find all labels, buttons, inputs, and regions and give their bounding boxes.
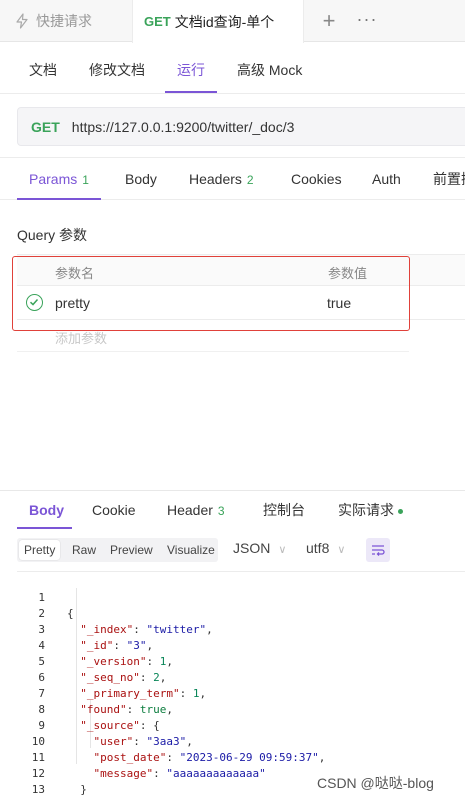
tab-cookies[interactable]: Cookies [291, 158, 342, 200]
tab-quick-request[interactable]: 快捷请求 [0, 0, 130, 42]
status-dot-icon [398, 508, 403, 514]
encoding-value: utf8 [306, 540, 330, 556]
resp-tab-actual-request[interactable]: 实际请求 [338, 491, 403, 529]
tab-body[interactable]: Body [125, 158, 157, 200]
content-type-value: JSON [233, 540, 271, 556]
subnav-active-indicator [165, 91, 217, 93]
chevron-down-icon: ∨ [278, 544, 287, 556]
chevron-down-icon: ∨ [337, 544, 346, 556]
resp-tab-header[interactable]: Header 3 [167, 491, 225, 529]
tab-params[interactable]: Params 1 [29, 158, 89, 200]
more-icon[interactable]: ··· [356, 6, 378, 32]
highlight-box [12, 256, 410, 331]
params-count-badge: 1 [82, 173, 89, 187]
url-bar[interactable]: GET https://127.0.0.1:9200/twitter/_doc/… [17, 107, 465, 146]
lightning-icon [16, 13, 28, 29]
format-raw[interactable]: Raw [67, 540, 101, 560]
tab-quick-request-label: 快捷请求 [36, 13, 92, 29]
query-params-title: Query 参数 [17, 227, 88, 243]
code-line: 10 "post_date": "2023-06-29 09:59:37", [17, 718, 465, 764]
code-line: 3 "_id": "3", [17, 606, 465, 652]
format-preview[interactable]: Preview [105, 540, 158, 560]
encoding-select[interactable]: utf8 ∨ [306, 540, 345, 556]
code-line: 9 "user": "3aa3", [17, 702, 465, 748]
resp-tab-actual-label: 实际请求 [338, 502, 394, 518]
wrap-lines-button[interactable] [366, 538, 390, 562]
format-toolbar: Pretty Raw Preview Visualize JSON ∨ utf8 ∨ [17, 537, 465, 565]
tab-auth[interactable]: Auth [372, 158, 401, 200]
wrap-icon [372, 545, 385, 556]
format-pretty[interactable]: Pretty [19, 540, 61, 560]
subnav-edit-doc[interactable]: 修改文档 [89, 42, 145, 94]
format-mode-group: Pretty Raw Preview Visualize [17, 538, 218, 562]
tab-doc-query-label: 文档id查询-单个 [174, 13, 275, 30]
tab-doc-query[interactable]: GET 文档id查询-单个 [132, 0, 304, 43]
code-line: 2 "_index": "twitter", [17, 590, 465, 636]
content-type-select[interactable]: JSON ∨ [233, 540, 286, 556]
tab-headers[interactable]: Headers 2 [189, 158, 254, 200]
code-line: 11 "message": "aaaaaaaaaaaaa" [17, 734, 465, 780]
response-body-editor[interactable]: 1 { 2 "_index": "twitter", 3 "_id": "3",… [17, 571, 465, 801]
code-line: 4 "_version": 1, [17, 622, 465, 668]
tab-headers-label: Headers [189, 171, 242, 187]
tab-params-label: Params [29, 171, 78, 187]
response-tab-active-indicator [17, 527, 72, 529]
code-line: 8 "_source": { [17, 686, 465, 732]
request-url[interactable]: https://127.0.0.1:9200/twitter/_doc/3 [72, 119, 295, 135]
request-tab-active-indicator [17, 198, 101, 200]
line-number: 13 [31, 783, 45, 796]
code-line: 1 { [17, 574, 465, 620]
request-method[interactable]: GET [31, 119, 60, 135]
headers-count-badge: 2 [246, 173, 254, 187]
response-tabs: Body Cookie Header 3 控制台 实际请求 [0, 491, 465, 529]
top-tab-bar: 快捷请求 GET 文档id查询-单个 + ··· [0, 0, 465, 43]
code-line: 5 "_seq_no": 2, [17, 638, 465, 684]
resp-tab-console[interactable]: 控制台 [263, 491, 305, 529]
subnav-advanced-mock[interactable]: 高级 Mock [237, 42, 302, 94]
api-subnav: 文档 修改文档 运行 高级 Mock [0, 42, 465, 94]
subnav-doc[interactable]: 文档 [29, 42, 57, 94]
resp-tab-header-label: Header [167, 502, 213, 518]
resp-header-count-badge: 3 [217, 504, 225, 518]
tab-method-badge: GET [144, 14, 171, 29]
watermark: CSDN @哒哒-blog [317, 775, 434, 791]
code-line: 12 } [17, 750, 465, 796]
format-visualize[interactable]: Visualize [162, 540, 220, 560]
subnav-run[interactable]: 运行 [177, 42, 205, 94]
code-line: 7 "found": true, [17, 670, 465, 716]
tab-pre-ops[interactable]: 前置操 [433, 158, 465, 200]
code-line: 6 "_primary_term": 1, [17, 654, 465, 700]
request-tabs: Params 1 Body Headers 2 Cookies Auth 前置操 [0, 158, 465, 200]
resp-tab-cookie[interactable]: Cookie [92, 491, 136, 529]
resp-tab-body[interactable]: Body [29, 491, 64, 529]
add-tab-button[interactable]: + [318, 8, 340, 34]
